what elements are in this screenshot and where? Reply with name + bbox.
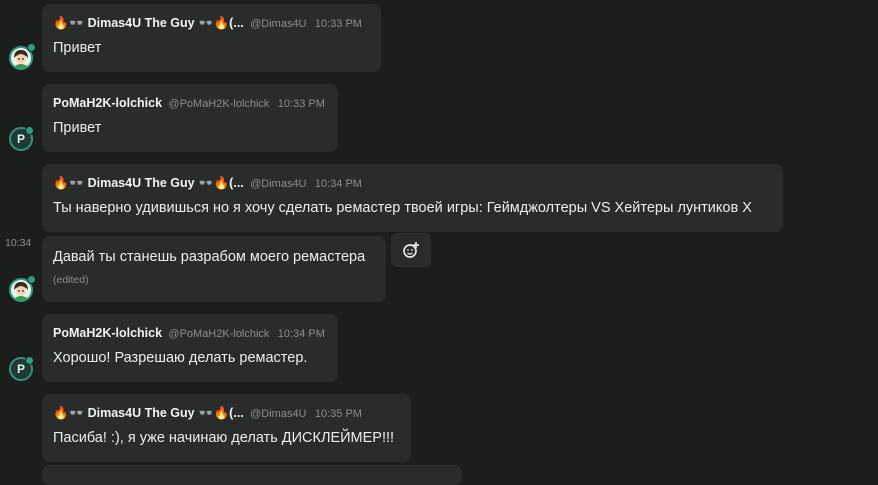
author-handle: @Dimas4U bbox=[250, 178, 307, 190]
message-text: Пасиба! :), я уже начинаю делать ДИСКЛЕЙ… bbox=[53, 430, 395, 446]
message[interactable]: Давай ты станешь разрабом моего ремастер… bbox=[42, 236, 386, 302]
message-text: Давай ты станешь разрабом моего ремастер… bbox=[53, 249, 366, 265]
message-text: Хорошо! Разрешаю делать ремастер. bbox=[53, 350, 308, 366]
avatar-letter: P bbox=[16, 362, 25, 376]
author-name[interactable]: 🔥👓 Dimas4U The Guy 👓🔥(... bbox=[53, 16, 244, 30]
timestamp: 10:33 PM bbox=[314, 18, 362, 30]
author-handle: @Dimas4U bbox=[250, 18, 307, 30]
author-name[interactable]: PoMaH2K-lolchick bbox=[53, 96, 162, 110]
avatar-letter: P bbox=[16, 132, 25, 146]
user-avatar[interactable]: P bbox=[9, 126, 34, 151]
message[interactable]: PoMaH2K-lolchick @PoMaH2K-lolchick 10:34… bbox=[42, 314, 338, 382]
author-name[interactable]: PoMaH2K-lolchick bbox=[53, 326, 162, 340]
message-text: Привет bbox=[53, 40, 102, 56]
author-name[interactable]: 🔥👓 Dimas4U The Guy 👓🔥(... bbox=[53, 406, 244, 420]
edited-label: (edited) bbox=[53, 274, 89, 286]
message-header: 🔥👓 Dimas4U The Guy 👓🔥(... @Dimas4U 10:33… bbox=[53, 16, 362, 31]
author-name[interactable]: 🔥👓 Dimas4U The Guy 👓🔥(... bbox=[53, 176, 244, 190]
message[interactable]: 🔥👓 Dimas4U The Guy 👓🔥(... @Dimas4U 10:33… bbox=[42, 4, 381, 72]
message[interactable] bbox=[42, 465, 462, 485]
timestamp: 10:33 PM bbox=[277, 98, 325, 110]
user-avatar[interactable]: P bbox=[9, 356, 34, 381]
message-header: PoMaH2K-lolchick @PoMaH2K-lolchick 10:34… bbox=[53, 326, 325, 341]
timestamp: 10:34 PM bbox=[277, 328, 325, 340]
message[interactable]: PoMaH2K-lolchick @PoMaH2K-lolchick 10:33… bbox=[42, 84, 338, 152]
timestamp: 10:34 PM bbox=[314, 178, 362, 190]
author-handle: @PoMaH2K-lolchick bbox=[168, 98, 270, 110]
user-avatar[interactable] bbox=[9, 275, 36, 302]
message-text: Привет bbox=[53, 120, 102, 136]
user-avatar[interactable] bbox=[9, 43, 36, 70]
author-handle: @PoMaH2K-lolchick bbox=[168, 328, 270, 340]
add-reaction-button[interactable] bbox=[391, 233, 431, 267]
status-dot bbox=[25, 126, 34, 135]
message[interactable]: 🔥👓 Dimas4U The Guy 👓🔥(... @Dimas4U 10:34… bbox=[42, 164, 783, 232]
status-dot bbox=[27, 275, 36, 284]
author-handle: @Dimas4U bbox=[250, 408, 307, 420]
status-dot bbox=[25, 356, 34, 365]
timestamp: 10:35 PM bbox=[314, 408, 362, 420]
add-reaction-icon bbox=[403, 242, 419, 258]
status-dot bbox=[27, 43, 36, 52]
message[interactable]: 🔥👓 Dimas4U The Guy 👓🔥(... @Dimas4U 10:35… bbox=[42, 394, 411, 462]
message-header: 🔥👓 Dimas4U The Guy 👓🔥(... @Dimas4U 10:34… bbox=[53, 176, 362, 191]
message-text: Ты наверно удивишься но я хочу сделать р… bbox=[53, 200, 752, 216]
hover-timestamp: 10:34 bbox=[5, 237, 32, 249]
message-header: 🔥👓 Dimas4U The Guy 👓🔥(... @Dimas4U 10:35… bbox=[53, 406, 362, 421]
message-header: PoMaH2K-lolchick @PoMaH2K-lolchick 10:33… bbox=[53, 96, 325, 111]
